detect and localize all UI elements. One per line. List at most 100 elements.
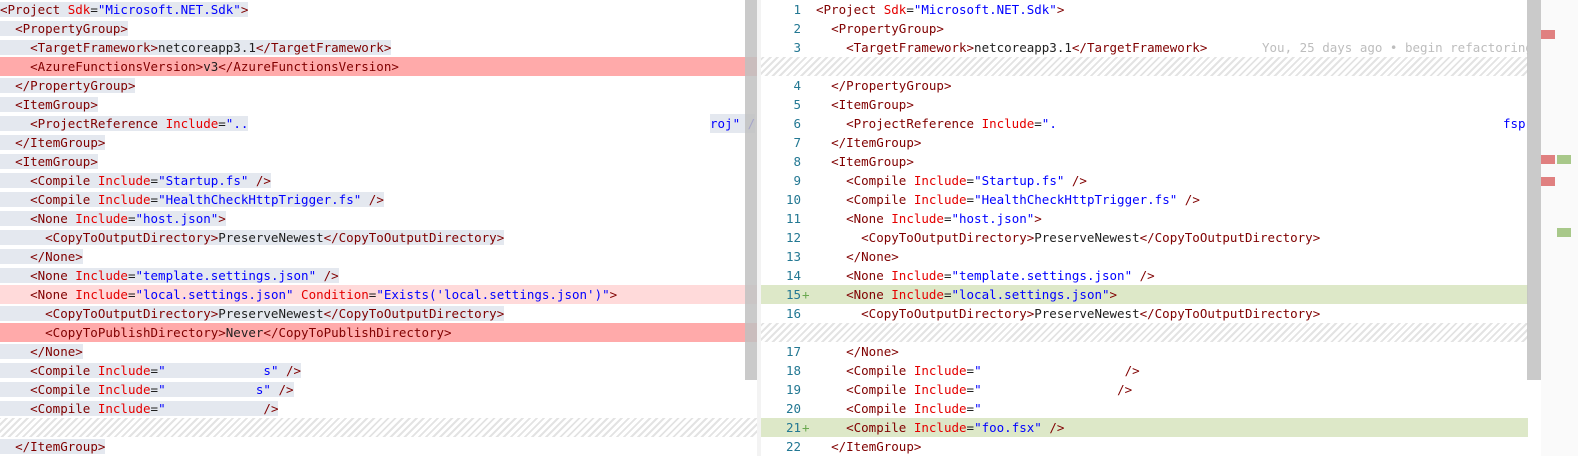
line-text: <PropertyGroup> xyxy=(0,19,128,38)
code-token: " xyxy=(158,401,264,416)
line-text: </ItemGroup> xyxy=(0,437,106,456)
code-token: = xyxy=(150,363,159,378)
code-line[interactable]: <ItemGroup> xyxy=(0,95,757,114)
code-token: Include xyxy=(97,401,151,416)
code-line[interactable]: roj" / <ProjectReference Include=".. xyxy=(0,114,757,133)
code-line[interactable]: <TargetFramework>netcoreapp3.1</TargetFr… xyxy=(0,38,757,57)
code-token: = xyxy=(150,192,159,207)
code-token: <None xyxy=(30,268,76,283)
code-token: </CopyToOutputDirectory> xyxy=(323,230,505,245)
code-line[interactable]: 8 <ItemGroup> xyxy=(761,152,1528,171)
code-token: /> xyxy=(1132,268,1155,283)
code-line[interactable]: 7 </ItemGroup> xyxy=(761,133,1528,152)
code-line[interactable]: 10 <Compile Include="HealthCheckHttpTrig… xyxy=(761,190,1528,209)
code-line[interactable]: <CopyToOutputDirectory>PreserveNewest</C… xyxy=(0,304,757,323)
code-token: "foo.fsx" xyxy=(974,420,1042,435)
selection-highlight: </PropertyGroup> xyxy=(0,78,136,93)
code-line[interactable]: <None Include="template.settings.json" /… xyxy=(0,266,757,285)
code-line[interactable]: 21 + <Compile Include="foo.fsx" /> xyxy=(761,418,1528,437)
overview-change-marker[interactable] xyxy=(1557,155,1571,164)
code-line[interactable]: 13 </None> xyxy=(761,247,1528,266)
code-line[interactable] xyxy=(761,57,1528,76)
code-line[interactable]: 1 <Project Sdk="Microsoft.NET.Sdk"> xyxy=(761,0,1528,19)
original-scrollbar[interactable] xyxy=(745,0,757,380)
code-token: Include xyxy=(913,363,967,378)
code-line[interactable]: <Compile Include="HealthCheckHttpTrigger… xyxy=(0,190,757,209)
line-text: <CopyToOutputDirectory>PreserveNewest</C… xyxy=(816,228,1320,247)
line-number: 14 xyxy=(785,268,801,283)
overview-change-marker[interactable] xyxy=(1541,155,1555,164)
code-line[interactable]: 5 <ItemGroup> xyxy=(761,95,1528,114)
code-line[interactable]: 18 <Compile Include=" /> xyxy=(761,361,1528,380)
code-token: </ItemGroup> xyxy=(15,439,106,454)
code-line[interactable]: </ItemGroup> xyxy=(0,437,757,456)
code-line[interactable]: <Compile Include=" /> xyxy=(0,399,757,418)
code-line[interactable] xyxy=(761,323,1528,342)
overview-change-marker[interactable] xyxy=(1541,177,1555,186)
line-text: <Compile Include=" s" /> xyxy=(0,361,302,380)
code-line[interactable]: 22 </ItemGroup> xyxy=(761,437,1528,456)
code-token: Include xyxy=(165,116,219,131)
code-line[interactable]: 3 <TargetFramework>netcoreapp3.1</Target… xyxy=(761,38,1528,57)
code-line[interactable]: </None> xyxy=(0,247,757,266)
code-line[interactable]: <CopyToPublishDirectory>Never</CopyToPub… xyxy=(0,323,757,342)
code-line[interactable]: 4 </PropertyGroup> xyxy=(761,76,1528,95)
code-token: Include xyxy=(891,268,944,283)
code-line[interactable]: <Compile Include=" s" /> xyxy=(0,361,757,380)
code-line[interactable]: <None Include="local.settings.json" Cond… xyxy=(0,285,757,304)
code-line[interactable]: <None Include="host.json"> xyxy=(0,209,757,228)
code-token: </ItemGroup> xyxy=(831,439,922,454)
selection-highlight: <ItemGroup> xyxy=(0,154,98,169)
code-line[interactable]: 11 <None Include="host.json"> xyxy=(761,209,1528,228)
modified-pane[interactable]: 1 <Project Sdk="Microsoft.NET.Sdk"> 2 <Pro… xyxy=(761,0,1528,456)
code-line[interactable]: </None> xyxy=(0,342,757,361)
code-line[interactable]: 9 <Compile Include="Startup.fs" /> xyxy=(761,171,1528,190)
code-line[interactable]: 15 + <None Include="local.settings.json"> xyxy=(761,285,1528,304)
code-line[interactable]: <Compile Include="Startup.fs" /> xyxy=(0,171,757,190)
code-token: </TargetFramework> xyxy=(255,40,392,55)
code-line[interactable]: <Compile Include=" s" /> xyxy=(0,380,757,399)
modified-scrollbar[interactable] xyxy=(1527,0,1541,380)
code-line[interactable]: 2 <PropertyGroup> xyxy=(761,19,1528,38)
code-line[interactable]: 19 <Compile Include=" /> xyxy=(761,380,1528,399)
line-text: <Compile Include="Startup.fs" /> xyxy=(816,171,1087,190)
code-token: </TargetFramework> xyxy=(1071,40,1208,55)
overview-change-marker[interactable] xyxy=(1541,30,1555,39)
code-line[interactable]: 14 <None Include="template.settings.json… xyxy=(761,266,1528,285)
code-line[interactable]: 20 <Compile Include=" xyxy=(761,399,1528,418)
code-token: "host.json" xyxy=(135,211,219,226)
code-line[interactable]: 17 </None> xyxy=(761,342,1528,361)
code-line[interactable]: <CopyToOutputDirectory>PreserveNewest</C… xyxy=(0,228,757,247)
diff-overview-ruler[interactable] xyxy=(1541,0,1578,456)
git-blame-annotation[interactable]: You, 25 days ago • begin refactoring xyxy=(1262,38,1528,57)
line-text: <Compile Include="HealthCheckHttpTrigger… xyxy=(0,190,384,209)
overview-change-marker[interactable] xyxy=(1557,228,1571,237)
code-token: = xyxy=(150,382,159,397)
code-line[interactable]: 16 <CopyToOutputDirectory>PreserveNewest… xyxy=(761,304,1528,323)
code-line[interactable]: </PropertyGroup> xyxy=(0,76,757,95)
line-text: <Compile Include=" s" /> xyxy=(0,380,294,399)
code-line[interactable] xyxy=(0,418,757,437)
code-token: v3 xyxy=(203,59,219,74)
selection-highlight: <PropertyGroup> xyxy=(0,21,128,36)
original-pane[interactable]: <Project Sdk="Microsoft.NET.Sdk"> <Prope… xyxy=(0,0,757,456)
code-token: <None xyxy=(30,287,76,302)
code-line[interactable]: </ItemGroup> xyxy=(0,133,757,152)
code-line[interactable]: <PropertyGroup> xyxy=(0,19,757,38)
code-token: /> xyxy=(263,401,279,416)
code-token: <None xyxy=(846,287,892,302)
code-token: /> xyxy=(1041,420,1065,435)
selection-highlight: <ProjectReference Include=".. xyxy=(0,116,249,131)
selection-highlight: </None> xyxy=(0,249,83,264)
code-token: <CopyToOutputDirectory> xyxy=(45,230,219,245)
code-line[interactable]: <ItemGroup> xyxy=(0,152,757,171)
code-line[interactable]: 6 <ProjectReference Include=". fspro xyxy=(761,114,1528,133)
code-line[interactable]: <Project Sdk="Microsoft.NET.Sdk"> xyxy=(0,0,757,19)
code-line[interactable]: 12 <CopyToOutputDirectory>PreserveNewest… xyxy=(761,228,1528,247)
code-line[interactable]: <AzureFunctionsVersion>v3</AzureFunction… xyxy=(0,57,757,76)
